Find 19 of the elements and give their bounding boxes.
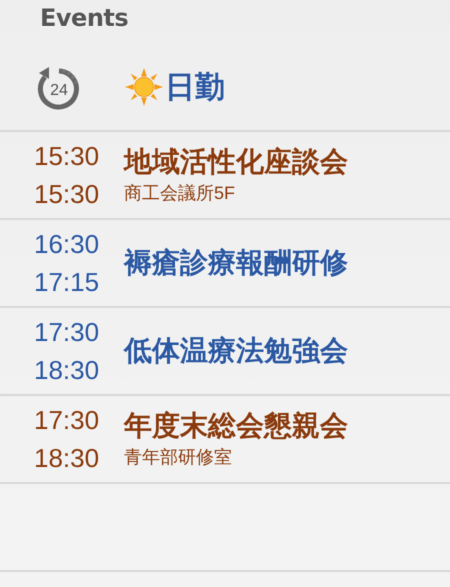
start-time: 17:30 xyxy=(34,316,100,349)
header-title: Events xyxy=(39,3,128,34)
event-row[interactable]: 17:30 18:30 年度末総会懇親会 青年部研修室 xyxy=(0,396,450,484)
start-time: 15:30 xyxy=(34,140,100,173)
end-time: 18:30 xyxy=(34,354,100,387)
event-title: 年度末総会懇親会 xyxy=(124,409,348,443)
event-location: 青年部研修室 xyxy=(124,446,233,469)
event-title: 地域活性化座談会 xyxy=(124,145,348,179)
event-row[interactable]: 15:30 15:30 地域活性化座談会 商工会議所5F xyxy=(0,132,450,220)
start-time: 16:30 xyxy=(34,228,100,261)
end-time: 17:15 xyxy=(34,266,100,299)
event-title: 褥瘡診療報酬研修 xyxy=(124,246,348,280)
start-time: 17:30 xyxy=(34,404,100,437)
sun-icon xyxy=(125,68,163,106)
shift-label: 日勤 xyxy=(165,70,225,106)
end-time: 15:30 xyxy=(34,178,100,211)
end-time: 18:30 xyxy=(34,442,100,475)
event-title: 低体温療法勉強会 xyxy=(124,334,348,368)
event-location: 商工会議所5F xyxy=(124,182,236,205)
